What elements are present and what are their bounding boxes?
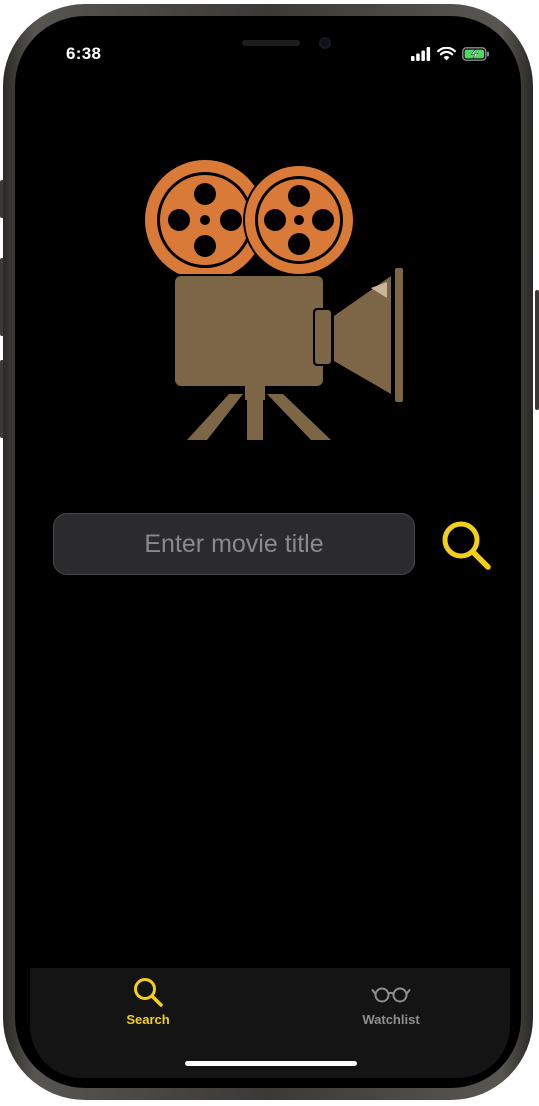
power-button [535, 290, 539, 410]
movie-camera-logo [135, 156, 405, 440]
film-reel-right [243, 164, 355, 276]
search-row [53, 513, 493, 577]
status-icons [411, 46, 490, 62]
notch [140, 26, 402, 68]
movie-title-search-input[interactable] [53, 513, 415, 575]
search-button[interactable] [438, 517, 494, 573]
glasses-icon [371, 987, 411, 1003]
cellular-signal-icon [411, 47, 431, 61]
home-indicator [185, 1061, 357, 1066]
status-bar: 6:38 [30, 26, 510, 86]
front-camera [319, 37, 331, 49]
tab-search[interactable]: Search [68, 976, 228, 1040]
tripod [187, 386, 331, 440]
tab-watchlist[interactable]: Watchlist [311, 976, 471, 1040]
movie-camera-icon [145, 156, 403, 440]
tab-search-label: Search [126, 1012, 170, 1027]
search-icon [134, 978, 163, 1007]
battery-charging-icon [462, 47, 489, 61]
device-frame: 6:38 Enter movie title Search Watchlist [0, 0, 539, 1106]
wifi-icon [437, 47, 456, 61]
search-icon [442, 521, 491, 570]
tab-watchlist-label: Watchlist [362, 1012, 420, 1027]
earpiece-speaker [242, 40, 300, 46]
status-time: 6:38 [66, 44, 102, 63]
app-screen: 6:38 Enter movie title Search Watchlist [30, 26, 510, 1078]
camera-body [173, 268, 403, 402]
